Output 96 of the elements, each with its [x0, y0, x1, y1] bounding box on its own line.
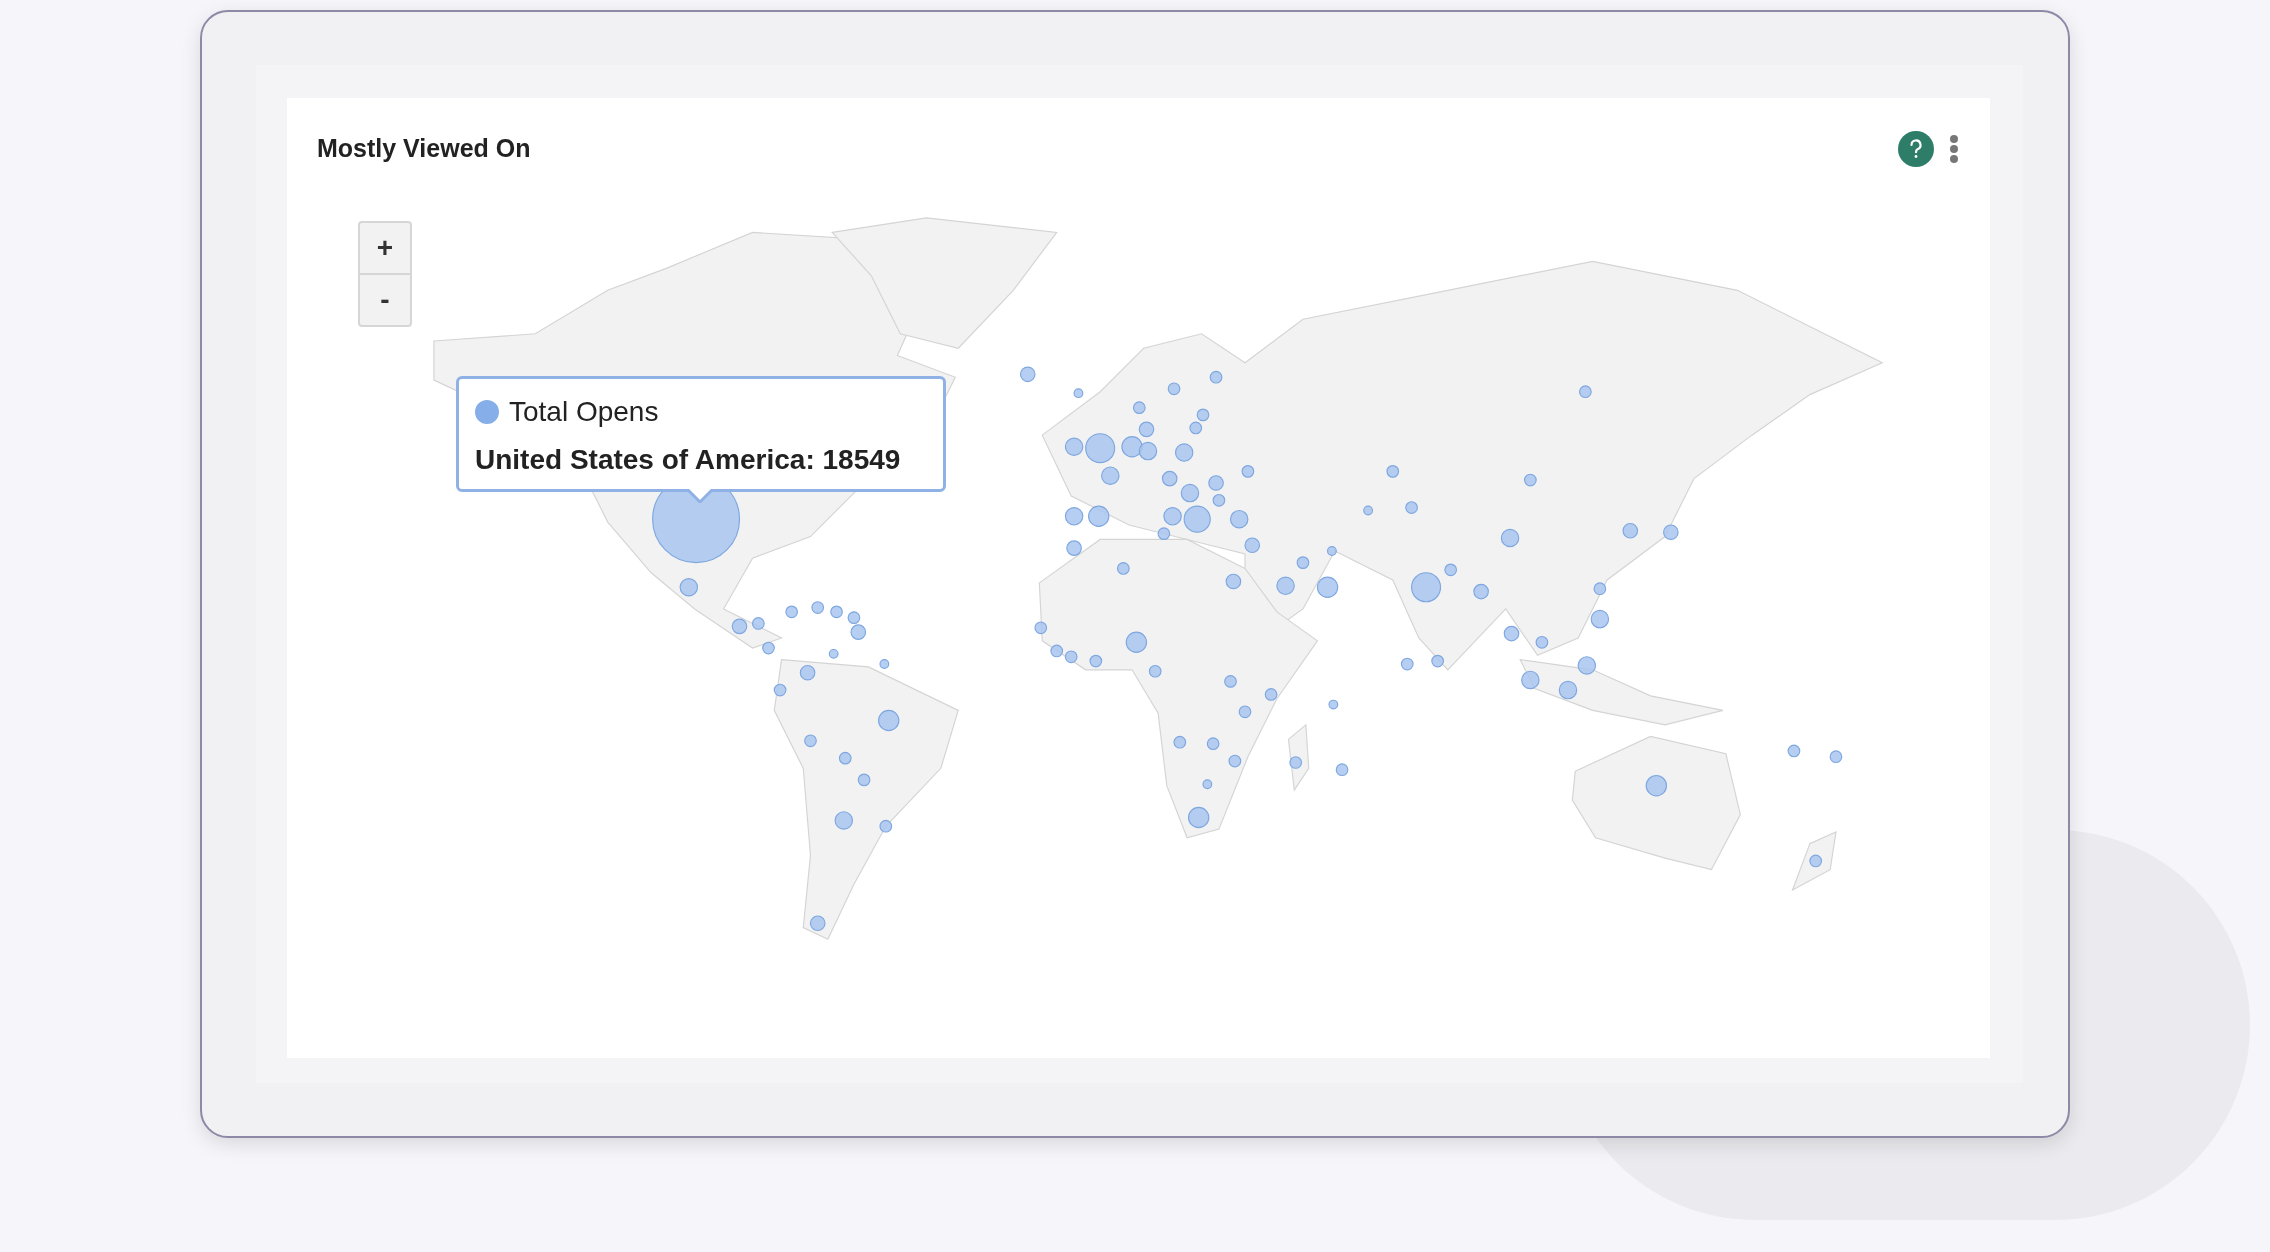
data-bubble — [1264, 688, 1278, 701]
data-bubble — [1088, 505, 1110, 527]
data-bubble — [1138, 421, 1155, 438]
data-bubble — [1196, 408, 1210, 422]
data-bubble — [1521, 670, 1540, 690]
zoom-out-button[interactable]: - — [360, 275, 410, 325]
data-bubble — [1328, 699, 1339, 710]
data-bubble — [1663, 524, 1679, 541]
data-bubble — [1208, 475, 1224, 491]
data-bubble — [1138, 441, 1158, 461]
data-bubble — [1180, 483, 1200, 503]
data-bubble — [1173, 735, 1187, 749]
data-bubble — [1121, 436, 1143, 458]
data-bubble — [1064, 650, 1078, 664]
data-bubble — [1174, 443, 1194, 462]
data-bubble — [1296, 556, 1310, 569]
data-bubble — [1209, 370, 1223, 384]
data-bubble — [847, 611, 861, 625]
data-bubble — [1593, 582, 1607, 596]
data-bubble — [1363, 505, 1374, 516]
data-bubble — [1167, 382, 1181, 396]
data-bubble — [1244, 537, 1261, 554]
data-bubble — [1187, 806, 1210, 829]
data-bubble — [1645, 774, 1668, 797]
data-bubble — [1386, 465, 1400, 478]
data-bubble — [762, 641, 775, 655]
data-bubble — [811, 601, 825, 614]
data-bubble — [877, 709, 900, 732]
data-bubble — [1276, 576, 1295, 596]
data-bubble — [799, 664, 816, 681]
data-bubble — [1161, 470, 1178, 487]
data-bubble — [1189, 421, 1203, 435]
data-bubble — [1101, 466, 1120, 485]
data-bubble — [751, 617, 765, 630]
card-title: Mostly Viewed On — [317, 133, 531, 164]
data-bubble — [1590, 609, 1610, 629]
data-bubble — [1444, 563, 1458, 577]
series-name: Total Opens — [509, 395, 659, 429]
data-bubble — [1473, 583, 1489, 600]
data-bubble — [1229, 509, 1249, 529]
data-bubble — [1316, 576, 1339, 598]
more-options-icon[interactable] — [1948, 133, 1960, 164]
data-bubble — [1089, 654, 1103, 668]
data-bubble — [838, 751, 852, 765]
data-bubble — [731, 618, 748, 635]
data-bubble — [830, 605, 843, 619]
data-bubble — [1064, 507, 1084, 526]
data-bubble — [828, 648, 839, 659]
data-bubble — [1289, 756, 1303, 769]
data-bubble — [1579, 385, 1592, 399]
data-bubble — [1224, 675, 1237, 688]
data-bubble — [1034, 621, 1048, 635]
data-bubble — [1327, 546, 1337, 556]
data-bubble — [1116, 562, 1130, 575]
data-bubble — [1523, 473, 1537, 487]
data-bubble — [1019, 366, 1036, 383]
data-bubble — [773, 683, 787, 697]
data-bubble — [1503, 625, 1520, 642]
data-bubble — [1066, 540, 1082, 556]
data-bubble — [1558, 680, 1578, 700]
data-bubble — [1241, 465, 1255, 478]
data-bubble — [1206, 737, 1220, 751]
data-bubble — [804, 734, 817, 748]
data-bubble — [879, 819, 893, 833]
help-icon[interactable] — [1898, 130, 1934, 167]
data-bubble — [1809, 854, 1823, 868]
data-bubble — [1238, 705, 1252, 719]
data-bubble — [1622, 522, 1639, 539]
zoom-in-button[interactable]: + — [360, 223, 410, 275]
data-bubble — [1787, 744, 1801, 758]
data-bubble — [1157, 527, 1171, 541]
data-bubble — [1125, 631, 1148, 653]
data-bubble — [785, 605, 799, 619]
data-bubble — [809, 915, 826, 932]
data-bubble — [1050, 644, 1064, 658]
data-bubble — [1148, 664, 1162, 678]
data-bubble — [1431, 654, 1444, 668]
data-bubble — [1225, 573, 1242, 590]
data-bubble — [1500, 528, 1520, 548]
data-bubble — [879, 659, 890, 669]
data-bubble — [679, 577, 699, 597]
data-bubble — [834, 811, 854, 830]
data-bubble — [1132, 401, 1146, 414]
data-bubble — [857, 773, 871, 787]
data-bubble — [1829, 750, 1843, 764]
data-bubble — [1202, 779, 1213, 790]
tooltip-value: United States of America: 18549 — [475, 443, 902, 477]
data-bubble — [1535, 635, 1549, 649]
data-bubble — [1335, 763, 1349, 777]
data-bubble — [1400, 657, 1414, 671]
data-bubble — [1577, 656, 1597, 675]
data-bubble — [1405, 501, 1418, 514]
data-bubble — [1411, 572, 1442, 603]
data-bubble — [850, 624, 867, 640]
data-bubble — [1073, 388, 1084, 399]
data-bubble — [1228, 754, 1242, 768]
